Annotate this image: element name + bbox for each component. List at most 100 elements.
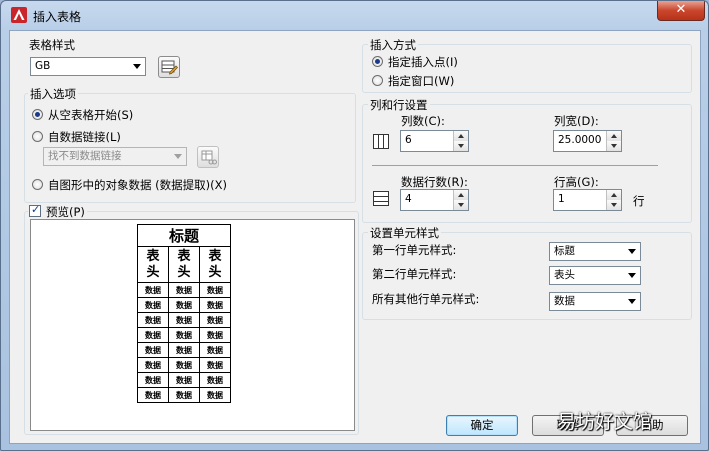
preview-data-cell: 数据 <box>199 297 231 313</box>
chevron-down-icon <box>174 154 182 159</box>
radio-insert-window-label: 指定窗口(W) <box>388 74 455 88</box>
close-button[interactable]: ✕ <box>657 1 705 21</box>
preview-data-row: 数据 数据 数据 <box>137 387 231 403</box>
autocad-logo-icon <box>11 7 27 23</box>
radio-empty-table-label: 从空表格开始(S) <box>48 108 134 122</box>
preview-pane: 标题 表头 表头 表头 数据 数据 数据 数据 数据 数据 数据 数据 数据 数据 数据 数据 … <box>30 219 355 431</box>
datalink-icon <box>201 150 217 165</box>
preview-checkbox[interactable]: ✓ <box>29 203 41 217</box>
table-style-select[interactable]: GB <box>30 57 146 76</box>
radio-datalink[interactable] <box>32 131 43 142</box>
columns-value: 6 <box>405 134 412 146</box>
preview-data-cell: 数据 <box>199 312 231 328</box>
preview-data-row: 数据 数据 数据 <box>137 297 231 313</box>
table-edit-icon <box>161 60 178 75</box>
preview-data-cell: 数据 <box>199 342 231 358</box>
columns-stepper[interactable]: 6 <box>400 130 469 152</box>
radio-data-extract-label: 自图形中的对象数据 (数据提取)(X) <box>48 178 227 192</box>
preview-data-row: 数据 数据 数据 <box>137 342 231 358</box>
preview-data-row: 数据 数据 数据 <box>137 327 231 343</box>
preview-data-cell: 数据 <box>199 327 231 343</box>
preview-header-cell: 表头 <box>168 246 200 283</box>
preview-data-cell: 数据 <box>168 282 200 298</box>
preview-data-cell: 数据 <box>168 372 200 388</box>
datalink-select-value: 找不到数据链接 <box>48 150 122 162</box>
chevron-down-icon <box>133 64 141 69</box>
second-row-style-select[interactable]: 表头 <box>549 266 641 285</box>
first-row-style-value: 标题 <box>554 245 575 257</box>
preview-data-cell: 数据 <box>168 297 200 313</box>
row-height-value: 1 <box>558 193 565 205</box>
radio-data-extract[interactable] <box>32 179 43 190</box>
datalink-manager-button[interactable] <box>197 146 219 168</box>
preview-data-cell: 数据 <box>137 387 169 403</box>
preview-data-cell: 数据 <box>168 357 200 373</box>
ok-button[interactable]: 确定 <box>446 415 518 436</box>
col-width-label: 列宽(D): <box>554 114 599 128</box>
watermark-text: 易坊好文馆 <box>557 411 653 433</box>
preview-title-cell: 标题 <box>137 224 231 247</box>
other-rows-style-select[interactable]: 数据 <box>549 292 641 311</box>
radio-insert-window[interactable] <box>372 75 383 86</box>
spin-down-button[interactable] <box>607 141 621 151</box>
table-style-label: 表格样式 <box>29 38 75 52</box>
preview-header-cell: 表头 <box>199 246 231 283</box>
radio-insert-point[interactable] <box>372 56 383 67</box>
preview-data-row: 数据 数据 数据 <box>137 357 231 373</box>
preview-data-cell: 数据 <box>168 387 200 403</box>
row-height-label: 行高(G): <box>554 175 599 189</box>
radio-datalink-label: 自数据链接(L) <box>48 130 121 144</box>
row-height-stepper[interactable]: 1 <box>553 189 622 211</box>
chevron-down-icon <box>628 299 636 304</box>
preview-data-cell: 数据 <box>168 342 200 358</box>
spin-down-button[interactable] <box>454 200 468 210</box>
preview-data-cell: 数据 <box>199 372 231 388</box>
preview-data-cell: 数据 <box>137 297 169 313</box>
dialog-body: 表格样式 GB 插入选项 从空表格开始(S) 自数据链接(L) 找不到数据链接 <box>9 30 701 444</box>
cell-styles-label: 设置单元样式 <box>368 225 441 241</box>
preview-data-row: 数据 数据 数据 <box>137 312 231 328</box>
preview-data-cell: 数据 <box>137 312 169 328</box>
columns-label: 列数(C): <box>401 114 445 128</box>
preview-data-cell: 数据 <box>137 357 169 373</box>
preview-header-cell: 表头 <box>137 246 169 283</box>
preview-data-row: 数据 数据 数据 <box>137 282 231 298</box>
preview-data-cell: 数据 <box>168 312 200 328</box>
insert-options-label: 插入选项 <box>28 86 78 102</box>
title-bar[interactable]: 插入表格 ✕ <box>1 1 708 29</box>
chevron-down-icon <box>628 249 636 254</box>
insert-method-label: 插入方式 <box>368 37 418 53</box>
col-width-stepper[interactable]: 25.0000 <box>553 130 622 152</box>
col-row-label: 列和行设置 <box>368 97 430 113</box>
preview-data-cell: 数据 <box>137 342 169 358</box>
preview-data-cell: 数据 <box>137 327 169 343</box>
preview-data-cell: 数据 <box>199 387 231 403</box>
datalink-select[interactable]: 找不到数据链接 <box>43 147 187 166</box>
preview-data-row: 数据 数据 数据 <box>137 372 231 388</box>
divider <box>372 165 658 166</box>
radio-insert-point-label: 指定插入点(I) <box>388 55 458 69</box>
spin-down-button[interactable] <box>607 200 621 210</box>
preview-data-cell: 数据 <box>199 282 231 298</box>
spin-down-button[interactable] <box>454 141 468 151</box>
preview-table: 标题 表头 表头 表头 数据 数据 数据 数据 数据 数据 数据 数据 数据 数据 数据 数据 … <box>137 224 231 403</box>
preview-data-cell: 数据 <box>168 327 200 343</box>
table-style-value: GB <box>35 60 51 72</box>
first-row-style-select[interactable]: 标题 <box>549 242 641 261</box>
second-row-style-value: 表头 <box>554 269 575 281</box>
other-rows-style-value: 数据 <box>554 295 575 307</box>
second-row-style-label: 第二行单元样式: <box>372 267 457 281</box>
checkmark-icon: ✓ <box>31 203 41 216</box>
data-rows-stepper[interactable]: 4 <box>400 189 469 211</box>
window-title: 插入表格 <box>33 10 82 24</box>
first-row-style-label: 第一行单元样式: <box>372 243 457 257</box>
data-rows-label: 数据行数(R): <box>401 175 468 189</box>
preview-data-cell: 数据 <box>199 357 231 373</box>
preview-data-cell: 数据 <box>137 282 169 298</box>
table-style-dialog-button[interactable] <box>158 56 180 78</box>
columns-icon <box>373 134 389 149</box>
insert-table-dialog: 插入表格 ✕ 表格样式 GB 插入选项 从空表格开始(S) 自数据链接(L) 找… <box>0 0 709 451</box>
col-width-value: 25.0000 <box>558 134 602 146</box>
radio-empty-table[interactable] <box>32 109 43 120</box>
row-unit-label: 行 <box>633 194 645 208</box>
